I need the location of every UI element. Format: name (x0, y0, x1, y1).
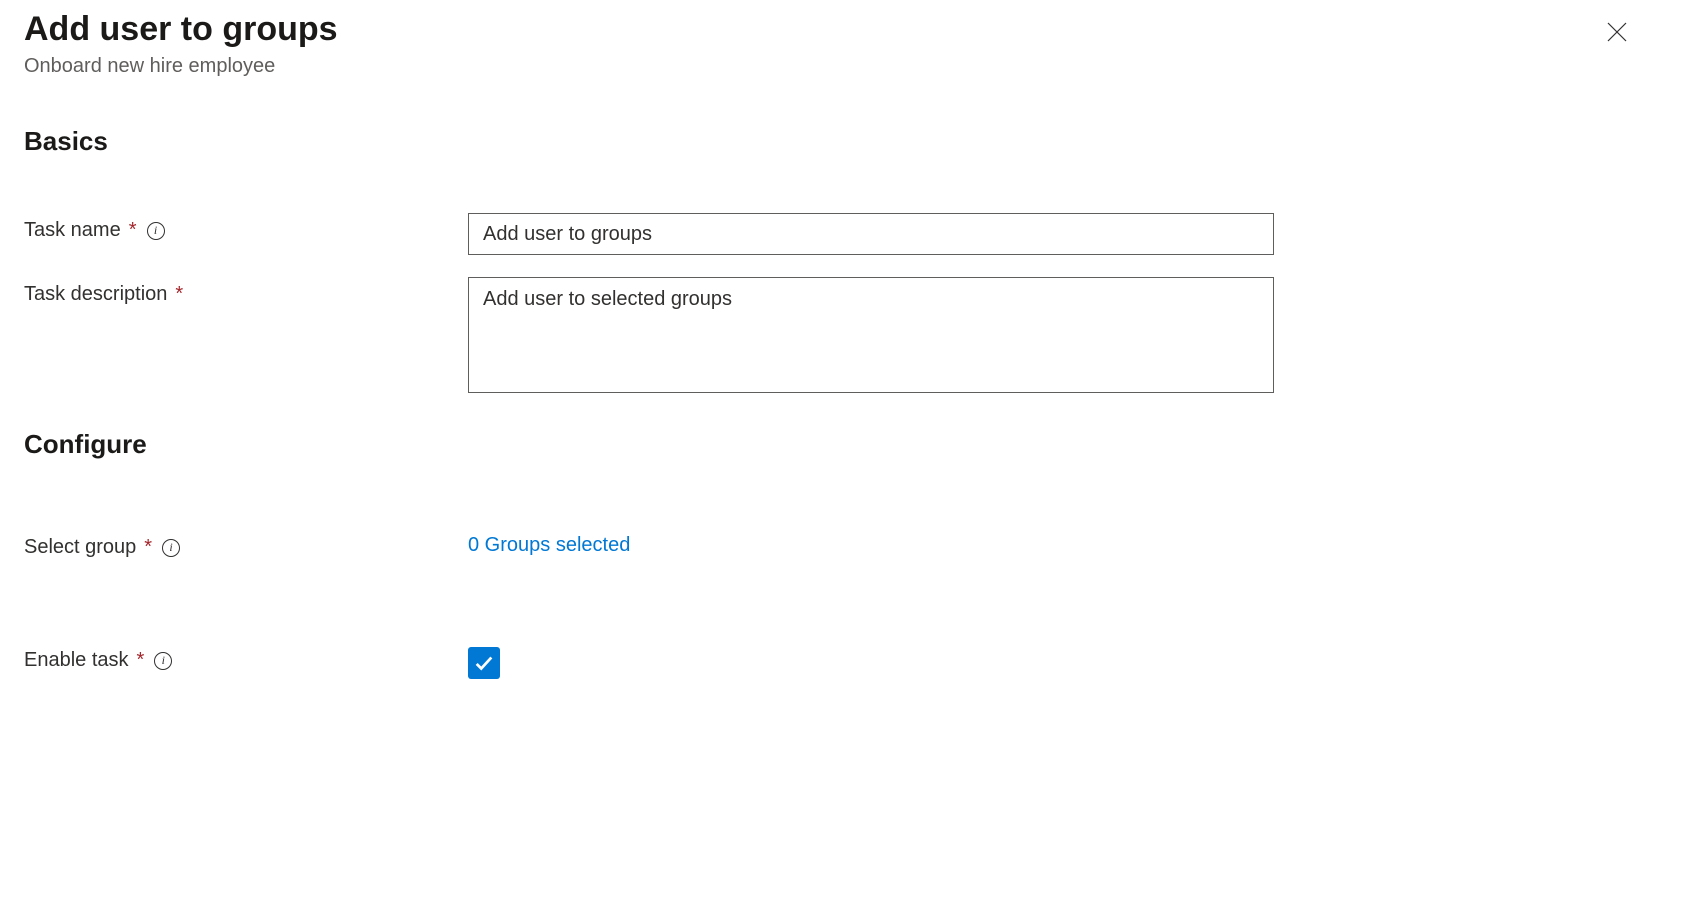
panel-subtitle: Onboard new hire employee (24, 55, 338, 78)
enable-task-label-cell: Enable task * i (24, 645, 468, 672)
close-button[interactable] (1601, 16, 1633, 51)
select-group-row: Select group * i 0 Groups selected (24, 530, 1669, 559)
task-description-label: Task description (24, 283, 167, 306)
checkmark-icon (473, 652, 495, 674)
task-description-label-cell: Task description * (24, 277, 468, 306)
enable-task-checkbox[interactable] (468, 647, 500, 679)
panel-header: Add user to groups Onboard new hire empl… (24, 10, 1669, 78)
enable-task-checkbox-wrap (468, 645, 500, 679)
configure-heading: Configure (24, 429, 1669, 460)
info-icon[interactable]: i (147, 222, 165, 240)
info-icon[interactable]: i (154, 652, 172, 670)
info-icon[interactable]: i (162, 539, 180, 557)
required-indicator: * (175, 283, 183, 306)
close-icon (1605, 20, 1629, 44)
select-group-label: Select group (24, 536, 136, 559)
task-name-label: Task name (24, 219, 121, 242)
required-indicator: * (129, 219, 137, 242)
task-name-label-cell: Task name * i (24, 213, 468, 242)
basics-heading: Basics (24, 126, 1669, 157)
task-name-input[interactable] (468, 213, 1274, 255)
select-group-label-cell: Select group * i (24, 530, 468, 559)
task-description-input[interactable] (468, 277, 1274, 393)
panel-title: Add user to groups (24, 10, 338, 49)
select-group-link[interactable]: 0 Groups selected (468, 530, 630, 557)
task-name-row: Task name * i (24, 213, 1669, 255)
required-indicator: * (144, 536, 152, 559)
enable-task-label: Enable task (24, 649, 129, 672)
enable-task-row: Enable task * i (24, 645, 1669, 679)
required-indicator: * (137, 649, 145, 672)
task-description-row: Task description * (24, 277, 1669, 393)
